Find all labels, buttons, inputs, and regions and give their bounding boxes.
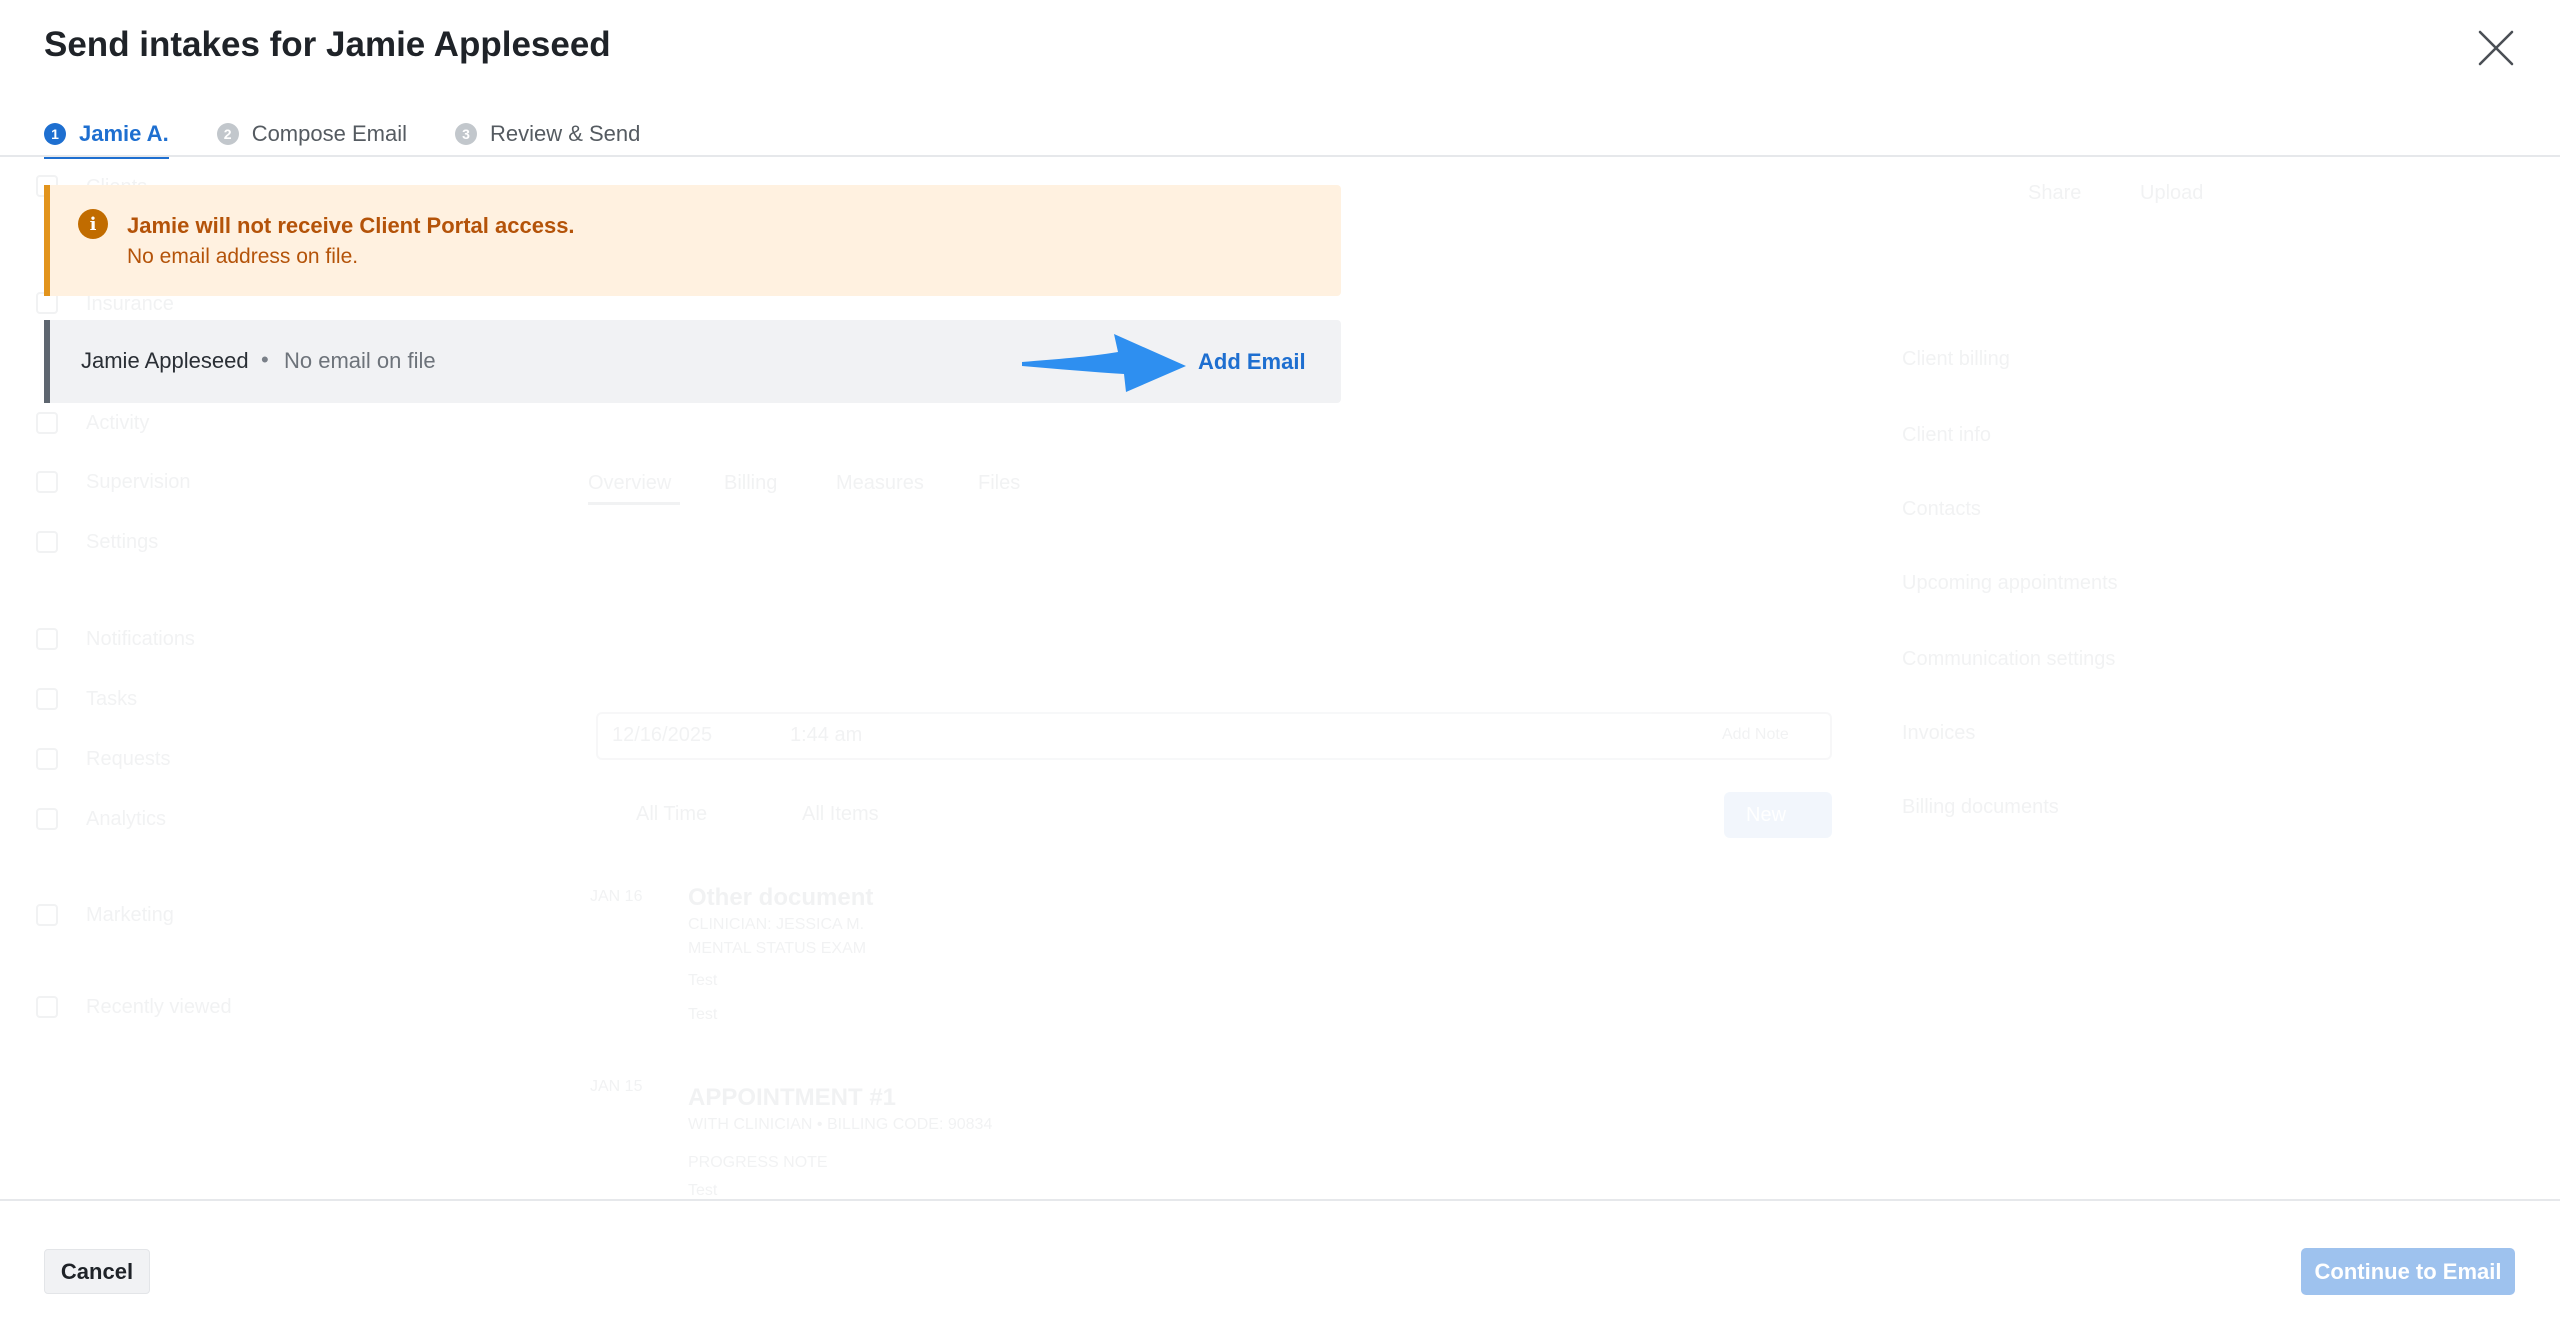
requests-icon [36,748,58,770]
modal-title: Send intakes for Jamie Appleseed [44,25,611,64]
tab-overview: Overview [588,472,672,494]
sidebar-item-requests: Requests [86,748,171,770]
time-value: 1:44 am [790,724,863,746]
sidebar-item-settings: Settings [86,531,159,553]
step-review-send[interactable]: 3 Review & Send [454,112,641,156]
activity-icon [36,412,58,434]
new-button [1724,792,1832,838]
sidebar-item-supervision: Supervision [86,471,191,493]
recipient-name: Jamie Appleseed [81,348,249,373]
footer-divider [0,1199,2560,1201]
step-number: 3 [454,123,477,145]
step-number: 1 [44,123,66,145]
panel-item: Upcoming appointments [1902,572,2118,594]
entry-date: JAN 16 [590,888,643,905]
sidebar-item-analytics: Analytics [86,808,167,830]
entry-subtitle: CLINICIAN: JESSICA M. [688,916,865,933]
upload-link: Upload [2140,182,2204,204]
tab-files: Files [978,472,1021,494]
arrow-right-icon [1022,334,1186,392]
step-label: Review & Send [489,121,641,146]
stepper: 1 Jamie A. 2 Compose Email 3 Review & Se… [44,112,688,159]
alert-title: Jamie will not receive Client Portal acc… [127,213,575,238]
panel-item: Communication settings [1902,648,2116,670]
filter-items: All Items [802,803,879,825]
entry-tag: MENTAL STATUS EXAM [688,940,867,957]
step-label: Jamie A. [79,121,169,146]
alert-message: No email address on file. [127,245,359,268]
close-button[interactable] [2470,22,2522,74]
step-client[interactable]: 1 Jamie A. [44,112,169,159]
recent-icon [36,996,58,1018]
step-number: 2 [216,123,239,145]
close-icon [2478,30,2514,66]
share-link: Share [2028,182,2082,204]
tab-underline [588,502,680,505]
tab-billing: Billing [724,472,778,494]
entry-tag: PROGRESS NOTE [688,1154,828,1171]
marketing-icon [36,904,58,926]
entry-line: Test [688,1006,718,1023]
panel-item: Contacts [1902,498,1981,520]
tasks-icon [36,688,58,710]
filter-time: All Time [636,803,708,825]
sidebar-item-tasks: Tasks [86,688,138,710]
header-divider [0,155,2560,157]
portal-access-warning: i Jamie will not receive Client Portal a… [44,185,1341,296]
panel-item: Client billing [1902,348,2010,370]
separator-dot: • [261,347,269,372]
entry-line: Test [688,1182,718,1199]
add-note-button: Add Note [1722,726,1789,743]
date-value: 12/16/2025 [612,724,713,746]
step-compose-email[interactable]: 2 Compose Email [216,112,407,156]
supervision-icon [36,471,58,493]
add-email-button[interactable]: Add Email [1198,349,1306,375]
entry-title: Other document [688,884,874,911]
sidebar-item-marketing: Marketing [86,904,174,926]
entry-date: JAN 15 [590,1078,643,1095]
note-input [596,712,1832,760]
analytics-icon [36,808,58,830]
sidebar-item-activity: Activity [86,412,150,434]
notifications-icon [36,628,58,650]
cancel-button[interactable]: Cancel [44,1249,150,1294]
panel-item: Billing documents [1902,796,2059,818]
sidebar-item-notifications: Notifications [86,628,195,650]
tab-measures: Measures [836,472,924,494]
sidebar-item-insurance: Insurance [86,293,174,315]
entry-subtitle: WITH CLINICIAN • BILLING CODE: 90834 [688,1116,993,1133]
sidebar-item-recent: Recently viewed [86,996,232,1018]
settings-icon [36,531,58,553]
panel-item: Invoices [1902,722,1976,744]
new-button-label: New [1746,804,1787,826]
recipient-email-status: No email on file [284,348,436,373]
info-icon: i [78,209,108,239]
entry-title: APPOINTMENT #1 [688,1084,897,1111]
panel-item: Client info [1902,424,1991,446]
entry-line: Test [688,972,718,989]
step-label: Compose Email [251,121,407,146]
continue-to-email-button[interactable]: Continue to Email [2301,1248,2515,1295]
